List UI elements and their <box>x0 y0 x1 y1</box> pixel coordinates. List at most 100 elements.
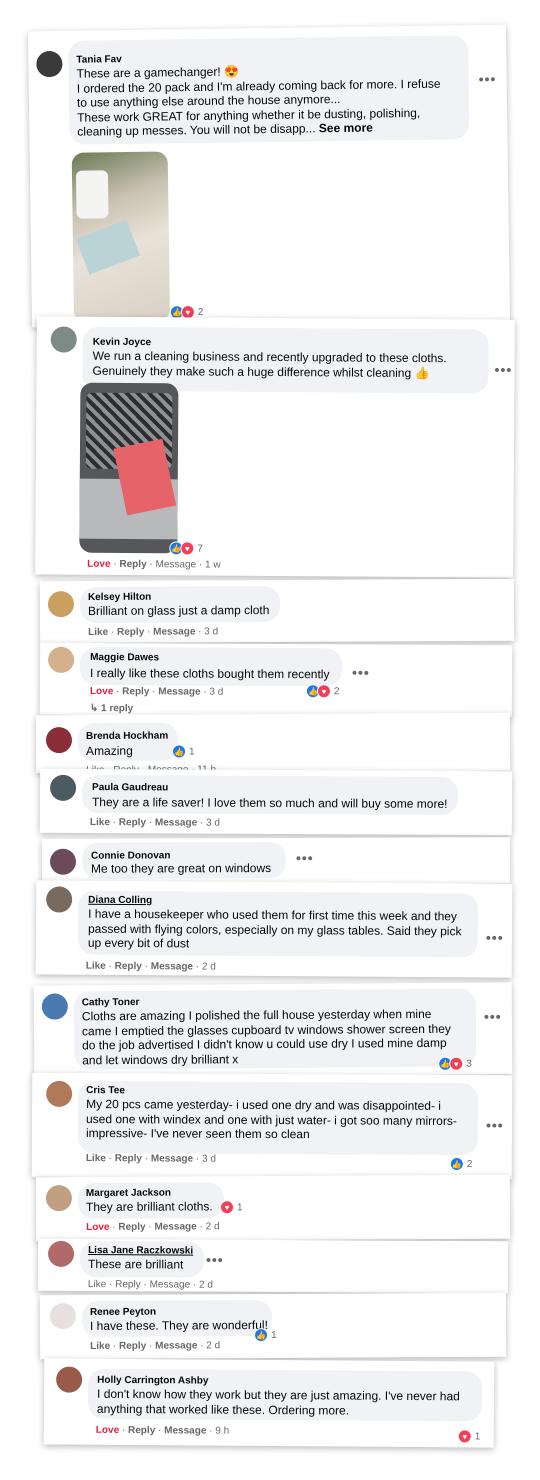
reaction-count[interactable]: 👍 ♥ 3 <box>438 1056 472 1071</box>
comment-card: Maggie Dawes I really like these cloths … <box>39 642 513 718</box>
avatar[interactable] <box>49 848 77 875</box>
commenter-name[interactable]: Connie Donovan <box>91 850 170 861</box>
reaction-count[interactable]: 👍 1 <box>172 744 195 759</box>
more-options-icon[interactable]: ••• <box>296 850 314 866</box>
comment-photo[interactable] <box>71 151 171 323</box>
reaction-count[interactable]: 👍 2 <box>449 1156 473 1172</box>
message-button[interactable]: Message <box>155 1340 197 1351</box>
like-button[interactable]: Like <box>88 627 108 638</box>
reply-button[interactable]: Reply <box>122 686 149 697</box>
message-button[interactable]: Message <box>151 961 193 972</box>
like-button[interactable]: Like <box>86 1153 106 1164</box>
commenter-name[interactable]: Cris Tee <box>86 1085 125 1096</box>
commenter-name[interactable]: Margaret Jackson <box>86 1188 171 1199</box>
like-icon: 👍 <box>254 1328 269 1343</box>
comment-card: Cathy Toner Cloths are amazing I polishe… <box>33 982 513 1078</box>
commenter-name[interactable]: Holly Carrington Ashby <box>97 1375 208 1387</box>
reaction-count[interactable]: ♥ 1 <box>457 1429 481 1444</box>
avatar[interactable] <box>46 886 73 913</box>
timestamp[interactable]: 3 d <box>209 687 223 698</box>
message-button[interactable]: Message <box>155 559 196 570</box>
reply-button[interactable]: Reply <box>119 559 146 570</box>
comment-photo[interactable] <box>79 382 179 554</box>
timestamp[interactable]: 9 h <box>215 1426 229 1437</box>
timestamp[interactable]: 1 w <box>205 560 221 571</box>
more-options-icon[interactable]: ••• <box>486 1117 504 1133</box>
avatar[interactable] <box>45 727 73 754</box>
love-button[interactable]: Love <box>86 1222 109 1233</box>
avatar[interactable] <box>50 326 77 353</box>
commenter-name[interactable]: Brenda Hockham <box>86 731 168 742</box>
avatar[interactable] <box>41 993 68 1020</box>
reply-button[interactable]: Reply <box>118 1222 145 1233</box>
love-button[interactable]: Love <box>90 686 113 697</box>
reaction-count[interactable]: 👍 ♥ 7 <box>169 541 203 556</box>
avatar[interactable] <box>47 591 75 618</box>
commenter-name[interactable]: Paula Gaudreau <box>92 782 168 793</box>
comment-card: Brenda Hockham Amazing 👍 1 Like · Reply … <box>35 712 511 774</box>
reply-button[interactable]: Reply <box>119 817 146 828</box>
comment-actions: Like · Reply · Message · 2 d <box>90 1340 221 1352</box>
comment-actions[interactable]: Like · Reply · Message · 2 d <box>88 1279 213 1291</box>
heart-icon: ♥ <box>316 684 331 699</box>
comment-actions: Love · Reply · Message · 3 d <box>89 686 224 698</box>
reply-button[interactable]: Reply <box>117 627 144 638</box>
timestamp[interactable]: 3 d <box>206 818 220 829</box>
view-replies-link[interactable]: ↳ 1 reply <box>90 703 133 714</box>
like-button[interactable]: Like <box>86 961 106 972</box>
timestamp[interactable]: 2 d <box>206 1340 220 1351</box>
like-icon: 👍 <box>172 744 187 759</box>
timestamp[interactable]: 3 d <box>202 1154 216 1165</box>
avatar[interactable] <box>48 646 75 673</box>
like-button[interactable]: Like <box>90 817 110 828</box>
love-button[interactable]: Love <box>87 559 110 570</box>
avatar[interactable] <box>47 1240 75 1267</box>
comment-text: I really like these cloths bought them r… <box>89 666 330 682</box>
avatar[interactable] <box>36 50 63 78</box>
reply-button[interactable]: Reply <box>115 961 142 972</box>
more-options-icon[interactable]: ••• <box>486 929 504 945</box>
avatar[interactable] <box>46 1080 73 1107</box>
commenter-name[interactable]: Lisa Jane Raczkowski <box>88 1245 193 1257</box>
reply-button[interactable]: Reply <box>115 1153 142 1164</box>
like-button[interactable]: Like <box>90 1341 110 1352</box>
message-button[interactable]: Message <box>158 686 200 697</box>
reaction-count[interactable]: 👍 ♥ 2 <box>305 684 340 699</box>
avatar[interactable] <box>45 1185 73 1212</box>
commenter-name[interactable]: Renee Peyton <box>90 1307 156 1318</box>
message-button[interactable]: Message <box>154 1221 196 1232</box>
message-button[interactable]: Message <box>164 1425 206 1436</box>
more-options-icon[interactable]: ••• <box>494 362 512 378</box>
message-button[interactable]: Message <box>153 626 195 637</box>
message-button[interactable]: Message <box>151 1153 193 1164</box>
like-icon: 👍 <box>449 1156 464 1172</box>
commenter-name[interactable]: Diana Colling <box>88 895 152 906</box>
reaction-count[interactable]: ♥ 1 <box>219 1200 243 1215</box>
timestamp[interactable]: 2 d <box>202 961 216 972</box>
avatar[interactable] <box>50 774 77 801</box>
comment-card: Lisa Jane Raczkowski These are brilliant… <box>37 1238 509 1294</box>
commenter-name[interactable]: Kelsey Hilton <box>88 592 151 603</box>
more-options-icon[interactable]: ••• <box>479 71 497 87</box>
avatar[interactable] <box>49 1303 77 1330</box>
message-button[interactable]: Message <box>155 817 197 828</box>
more-options-icon[interactable]: ••• <box>206 1252 224 1268</box>
more-options-icon[interactable]: ••• <box>484 1008 502 1024</box>
love-button[interactable]: Love <box>96 1425 119 1436</box>
commenter-name[interactable]: Cathy Toner <box>82 997 140 1008</box>
reaction-count[interactable]: 👍 1 <box>254 1328 277 1343</box>
reply-button[interactable]: Reply <box>119 1341 146 1352</box>
timestamp[interactable]: 3 d <box>204 626 218 637</box>
heart-icon: ♥ <box>180 541 195 556</box>
more-options-icon[interactable]: ••• <box>352 664 370 680</box>
commenter-name[interactable]: Maggie Dawes <box>90 652 159 663</box>
comment-card: Cris Tee My 20 pcs came yesterday- i use… <box>31 1072 513 1180</box>
commenter-name[interactable]: Kevin Joyce <box>93 337 151 348</box>
comment-text: These are a gamechanger! 😍 I ordered the… <box>76 64 441 139</box>
comment-text: Brilliant on glass just a damp cloth <box>87 603 270 618</box>
see-more-link[interactable]: See more <box>319 121 373 136</box>
avatar[interactable] <box>56 1366 83 1393</box>
commenter-name[interactable]: Tania Fav <box>76 54 122 66</box>
reply-button[interactable]: Reply <box>128 1425 155 1436</box>
timestamp[interactable]: 2 d <box>206 1221 220 1232</box>
